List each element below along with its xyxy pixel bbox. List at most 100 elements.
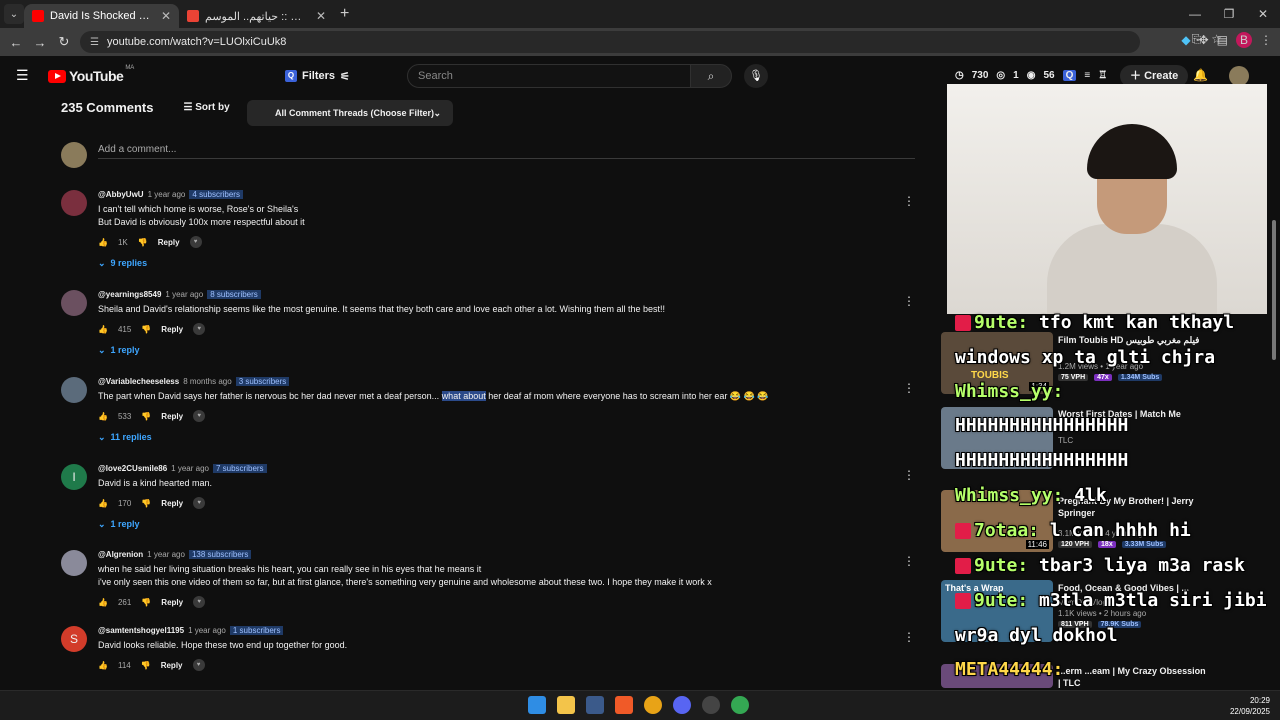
comment-time[interactable]: 8 months ago: [183, 377, 231, 386]
url-field[interactable]: ☰ youtube.com/watch?v=LUOlxiCuUk8: [80, 31, 1140, 53]
view-replies-button[interactable]: ⌄ 11 replies: [98, 432, 918, 443]
avatar[interactable]: [61, 377, 87, 403]
puzzle-icon[interactable]: ✥: [1199, 33, 1209, 47]
comment-time[interactable]: 1 year ago: [171, 464, 209, 473]
like-icon[interactable]: 👍: [98, 238, 108, 247]
chrome-active-icon[interactable]: [731, 696, 749, 714]
sidebar-icon[interactable]: ▤: [1217, 33, 1228, 47]
voice-search-button[interactable]: 🎙: [744, 64, 768, 88]
filters-label: Filters: [302, 70, 336, 82]
tab-search-icon[interactable]: ⌄: [4, 4, 24, 24]
back-icon[interactable]: ←: [4, 35, 28, 50]
close-icon[interactable]: ✕: [161, 9, 171, 23]
dislike-icon[interactable]: 👎: [141, 325, 151, 334]
view-replies-button[interactable]: ⌄ 1 reply: [98, 345, 918, 356]
comment-author[interactable]: @Algrenion: [98, 550, 143, 559]
start-windows-icon[interactable]: [528, 696, 546, 714]
discord-icon[interactable]: [673, 696, 691, 714]
list-icon[interactable]: ≡: [1084, 70, 1090, 81]
app-icon[interactable]: [586, 696, 604, 714]
avatar[interactable]: [61, 550, 87, 576]
heart-icon[interactable]: ♥: [192, 659, 205, 671]
like-icon[interactable]: 👍: [98, 661, 108, 670]
youtube-logo[interactable]: YouTube MA: [48, 65, 134, 84]
dislike-icon[interactable]: 👎: [141, 499, 151, 508]
chrome-icon[interactable]: [644, 696, 662, 714]
comment-menu-icon[interactable]: ⋮: [903, 381, 915, 395]
comment-menu-icon[interactable]: ⋮: [903, 554, 915, 568]
hamburger-menu-icon[interactable]: ☰: [16, 68, 30, 82]
comment-author[interactable]: @love2CUsmile86: [98, 464, 167, 473]
comment-time[interactable]: 1 year ago: [148, 190, 186, 199]
forward-icon[interactable]: →: [28, 35, 52, 50]
heart-icon[interactable]: ♥: [193, 410, 206, 422]
scrollbar-thumb[interactable]: [1272, 220, 1276, 360]
comment-menu-icon[interactable]: ⋮: [903, 194, 915, 208]
comment-time[interactable]: 1 year ago: [147, 550, 185, 559]
trophy-icon[interactable]: ♖: [1098, 70, 1107, 81]
view-replies-button[interactable]: ⌄ 1 reply: [98, 519, 918, 530]
comment-author[interactable]: @AbbyUwU: [98, 190, 144, 199]
stat-watching: 56: [1043, 70, 1055, 81]
video-info[interactable]: ...erm ...eam | My Crazy Obsession | TLC: [1058, 665, 1208, 689]
avatar[interactable]: S: [61, 626, 87, 652]
minimize-button[interactable]: —: [1178, 0, 1212, 28]
sort-by-button[interactable]: ☰ Sort by: [183, 102, 229, 113]
brave-icon[interactable]: [615, 696, 633, 714]
reply-button[interactable]: Reply: [161, 412, 183, 421]
comment-author[interactable]: @Variablecheeseless: [98, 377, 179, 386]
dislike-icon[interactable]: 👎: [141, 412, 151, 421]
notifications-bell-icon[interactable]: 🔔: [1193, 68, 1208, 82]
scrollbar[interactable]: [1272, 100, 1276, 680]
comment-author[interactable]: @yearnings8549: [98, 290, 161, 299]
comment-menu-icon[interactable]: ⋮: [903, 468, 915, 482]
avatar[interactable]: I: [61, 464, 87, 490]
webcam-person-shirt: [1047, 224, 1217, 314]
profile-avatar[interactable]: B: [1236, 32, 1252, 48]
obs-icon[interactable]: [702, 696, 720, 714]
reply-button[interactable]: Reply: [161, 325, 183, 334]
reply-button[interactable]: Reply: [161, 598, 183, 607]
dislike-icon[interactable]: 👎: [141, 598, 151, 607]
comment-menu-icon[interactable]: ⋮: [903, 294, 915, 308]
menu-kebab-icon[interactable]: ⋮: [1260, 33, 1272, 47]
heart-icon[interactable]: ♥: [193, 323, 206, 335]
site-info-icon[interactable]: ☰: [90, 37, 99, 48]
comment-menu-icon[interactable]: ⋮: [903, 630, 915, 644]
file-explorer-icon[interactable]: [557, 696, 575, 714]
like-icon[interactable]: 👍: [98, 412, 108, 421]
thread-filter-dropdown[interactable]: All Comment Threads (Choose Filter) ⌄: [247, 100, 453, 126]
close-icon[interactable]: ✕: [316, 9, 326, 23]
heart-icon[interactable]: ♥: [193, 596, 206, 608]
avatar[interactable]: [61, 190, 87, 216]
dislike-icon[interactable]: 👎: [141, 661, 151, 670]
view-replies-button[interactable]: ⌄ 9 replies: [98, 258, 918, 269]
like-icon[interactable]: 👍: [98, 499, 108, 508]
comment-author[interactable]: @samtentshogyel1195: [98, 626, 184, 635]
reply-button[interactable]: Reply: [161, 661, 183, 670]
avatar[interactable]: [61, 290, 87, 316]
filters-button[interactable]: Q Filters ⚟: [285, 65, 350, 87]
dislike-icon[interactable]: 👎: [138, 238, 148, 247]
comment-time[interactable]: 1 year ago: [188, 626, 226, 635]
reply-button[interactable]: Reply: [161, 499, 183, 508]
search-button[interactable]: ⌕: [690, 64, 732, 88]
search-input[interactable]: Search: [407, 64, 691, 88]
heart-icon[interactable]: ♥: [189, 236, 202, 248]
close-window-button[interactable]: ✕: [1246, 0, 1280, 28]
like-icon[interactable]: 👍: [98, 325, 108, 334]
tab-gmail[interactable]: مدي 1 تي في :: حياتهم.. الموسم ✕: [179, 4, 334, 28]
like-icon[interactable]: 👍: [98, 598, 108, 607]
restore-button[interactable]: ❐: [1212, 0, 1246, 28]
user-avatar[interactable]: [1229, 66, 1249, 86]
new-tab-button[interactable]: +: [340, 5, 349, 23]
extension-badge-icon[interactable]: Q: [1062, 70, 1077, 81]
extension-icon[interactable]: ◆: [1181, 33, 1190, 47]
reload-icon[interactable]: ↻: [52, 34, 76, 50]
reply-button[interactable]: Reply: [158, 238, 180, 247]
add-comment-input[interactable]: Add a comment...: [98, 144, 176, 155]
system-clock[interactable]: 20:29 22/09/2025: [1230, 695, 1270, 717]
heart-icon[interactable]: ♥: [193, 497, 206, 509]
comment-time[interactable]: 1 year ago: [165, 290, 203, 299]
tab-youtube[interactable]: David Is Shocked Sheila Is Livin ✕: [24, 4, 179, 28]
